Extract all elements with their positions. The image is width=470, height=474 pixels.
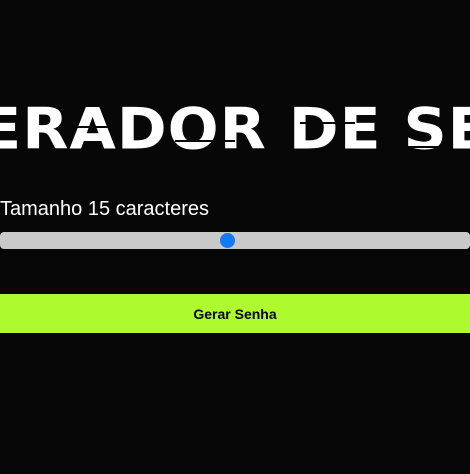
slider-thumb[interactable]: [220, 233, 235, 248]
page-title-container: GERADOR DE SENHA: [0, 96, 470, 172]
length-label: Tamanho 15 caracteres: [0, 198, 210, 220]
title-glitch-streak: [175, 140, 235, 142]
title-glitch-streak: [70, 126, 110, 128]
generate-password-button[interactable]: Gerar Senha: [0, 294, 470, 333]
app-page: GERADOR DE SENHA Tamanho 15 caracteres G…: [0, 0, 470, 474]
title-glitch-streak: [395, 146, 440, 148]
page-title: GERADOR DE SENHA: [0, 96, 470, 163]
title-glitch-streak: [300, 122, 355, 124]
slider-track[interactable]: [0, 232, 470, 249]
length-slider[interactable]: [0, 232, 470, 249]
